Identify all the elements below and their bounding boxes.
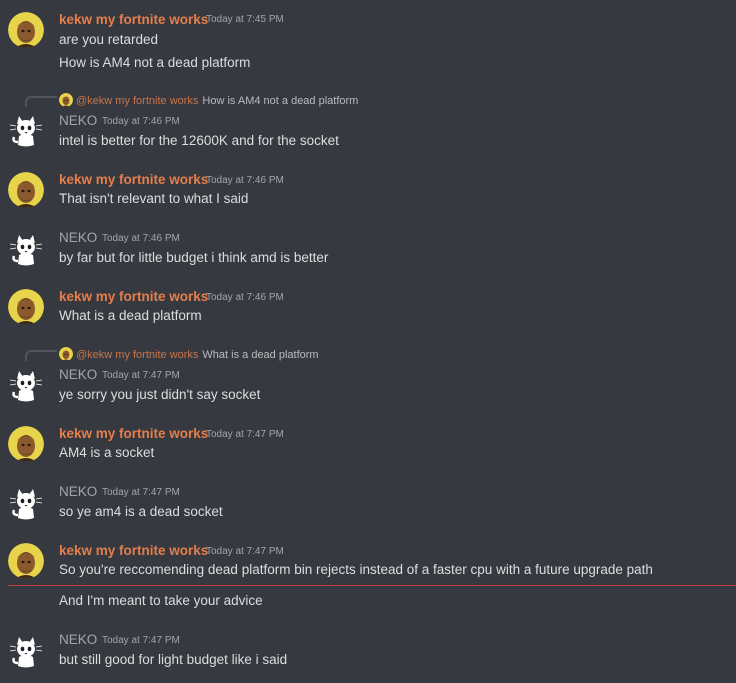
message-group: NEKO Today at 7:47 PM so ye am4 is a dea… <box>0 483 736 533</box>
avatar[interactable] <box>8 231 44 267</box>
timestamp: Today at 7:47 PM <box>206 429 284 440</box>
username[interactable]: NEKO <box>59 229 97 247</box>
message-text: AM4 is a socket <box>59 445 155 460</box>
new-messages-divider <box>8 585 736 586</box>
reply-text: How is AM4 not a dead platform <box>202 95 359 107</box>
message-text: That isn't relevant to what I said <box>59 191 249 206</box>
username[interactable]: NEKO <box>59 112 97 130</box>
avatar[interactable] <box>8 633 44 669</box>
timestamp: Today at 7:47 PM <box>102 370 180 381</box>
avatar[interactable] <box>8 426 44 462</box>
username[interactable]: NEKO <box>59 483 97 501</box>
message-text: ye sorry you just didn't say socket <box>59 387 261 402</box>
message-group: kekw my fortnite works Today at 7:45 PM … <box>0 0 736 80</box>
message-text: And I'm meant to take your advice <box>59 593 263 608</box>
timestamp: Today at 7:46 PM <box>206 292 284 303</box>
reply-connector <box>25 350 57 361</box>
username[interactable]: NEKO <box>59 366 97 384</box>
username[interactable]: kekw my fortnite works <box>59 542 208 560</box>
message-text: are you retarded <box>59 32 159 47</box>
username[interactable]: kekw my fortnite works <box>59 425 208 443</box>
reply-avatar <box>59 93 73 107</box>
reply-avatar <box>59 347 73 361</box>
username[interactable]: NEKO <box>59 631 97 649</box>
message-group: kekw my fortnite works Today at 7:46 PM … <box>0 287 736 337</box>
reply-text: What is a dead platform <box>202 349 319 361</box>
avatar[interactable] <box>8 112 44 148</box>
timestamp: Today at 7:46 PM <box>206 175 284 186</box>
avatar[interactable] <box>8 289 44 325</box>
username[interactable]: kekw my fortnite works <box>59 288 208 306</box>
message-text: by far but for little budget i think amd… <box>59 250 329 265</box>
username[interactable]: kekw my fortnite works <box>59 171 208 189</box>
timestamp: Today at 7:47 PM <box>102 635 180 646</box>
timestamp: Today at 7:46 PM <box>102 233 180 244</box>
message-group: kekw my fortnite works Today at 7:47 PM … <box>0 541 736 616</box>
message-group: @kekw my fortnite works How is AM4 not a … <box>0 88 736 158</box>
timestamp: Today at 7:47 PM <box>206 546 284 557</box>
message-group: kekw my fortnite works Today at 7:46 PM … <box>0 170 736 220</box>
reply-author: @kekw my fortnite works <box>76 349 199 361</box>
message-group: NEKO Today at 7:47 PM but still good for… <box>0 631 736 681</box>
message-text: but still good for light budget like i s… <box>59 652 288 667</box>
avatar[interactable] <box>8 12 44 48</box>
avatar[interactable] <box>8 543 44 579</box>
message-text: What is a dead platform <box>59 308 202 323</box>
timestamp: Today at 7:45 PM <box>206 14 284 25</box>
reply-preview[interactable]: @kekw my fortnite works How is AM4 not a … <box>59 93 358 108</box>
message-text: So you're reccomending dead platform bin… <box>59 562 653 577</box>
reply-preview[interactable]: @kekw my fortnite works What is a dead pl… <box>59 347 319 362</box>
avatar[interactable] <box>8 485 44 521</box>
message-group: NEKO Today at 7:46 PM by far but for lit… <box>0 229 736 279</box>
timestamp: Today at 7:47 PM <box>102 487 180 498</box>
username[interactable]: kekw my fortnite works <box>59 11 208 29</box>
message-text: intel is better for the 12600K and for t… <box>59 133 339 148</box>
message-text: so ye am4 is a dead socket <box>59 504 223 519</box>
chat-message-list: kekw my fortnite works Today at 7:45 PM … <box>0 0 736 683</box>
avatar[interactable] <box>8 172 44 208</box>
message-text: How is AM4 not a dead platform <box>59 55 251 70</box>
reply-connector <box>25 96 57 107</box>
avatar[interactable] <box>8 367 44 403</box>
timestamp: Today at 7:46 PM <box>102 116 180 127</box>
message-group: kekw my fortnite works Today at 7:47 PM … <box>0 424 736 474</box>
message-group: @kekw my fortnite works What is a dead pl… <box>0 343 736 413</box>
reply-author: @kekw my fortnite works <box>76 95 199 107</box>
